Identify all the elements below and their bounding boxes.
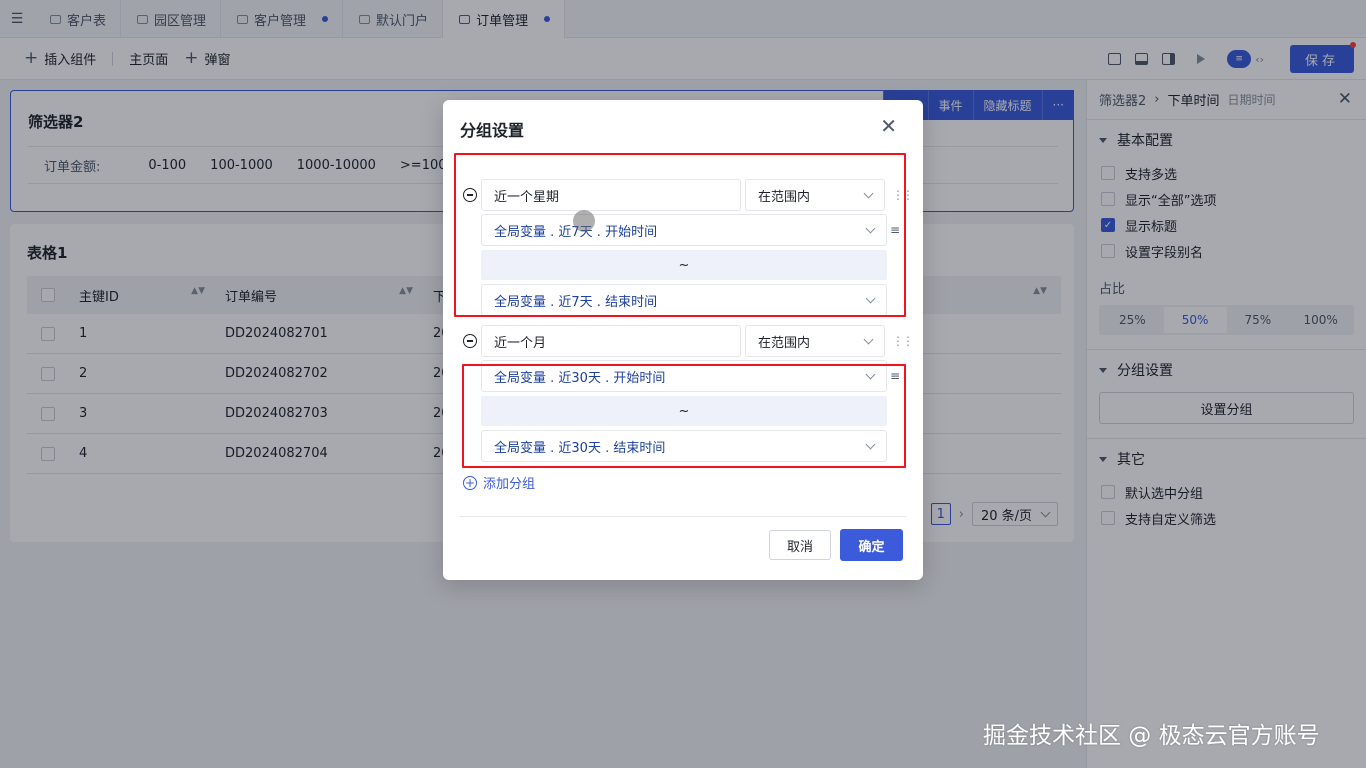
range-end-select[interactable]: 全局变量 . 近30天 . 结束时间 <box>481 430 887 462</box>
drag-handle-icon[interactable]: ⋮⋮ <box>892 334 914 348</box>
range-end-value: 全局变量 . 近7天 . 结束时间 <box>494 294 658 310</box>
range-separator: ~ <box>481 250 887 280</box>
expression-icon[interactable]: ≡ <box>890 369 900 383</box>
confirm-button[interactable]: 确定 <box>840 529 903 561</box>
chevron-down-icon <box>865 369 876 379</box>
group-name-input[interactable]: 近一个星期 <box>481 179 741 211</box>
group-name-value: 近一个星期 <box>494 189 560 205</box>
watermark: 掘金技术社区 @ 极态云官方账号 <box>983 723 1320 749</box>
dialog-footer-divider <box>460 516 906 517</box>
group-settings-dialog: 分组设置 ✕ 近一个星期 在范围内 ⋮⋮ 全局变量 . 近7天 . 开始时间 ≡… <box>443 100 923 580</box>
chevron-down-icon <box>865 223 876 233</box>
operator-value: 在范围内 <box>758 335 811 351</box>
operator-select[interactable]: 在范围内 <box>745 325 885 357</box>
operator-select[interactable]: 在范围内 <box>745 179 885 211</box>
drag-handle-icon[interactable]: ⋮⋮ <box>892 188 914 202</box>
cancel-button[interactable]: 取消 <box>769 530 831 560</box>
operator-value: 在范围内 <box>758 189 811 205</box>
chevron-down-icon <box>865 293 876 303</box>
close-icon[interactable]: ✕ <box>880 114 897 138</box>
remove-group-icon[interactable] <box>463 188 477 202</box>
chevron-down-icon <box>863 188 874 198</box>
add-circle-icon: + <box>463 475 477 490</box>
chevron-down-icon <box>865 439 876 449</box>
add-group-label: 添加分组 <box>483 477 536 492</box>
group-name-value: 近一个月 <box>494 335 547 351</box>
range-end-select[interactable]: 全局变量 . 近7天 . 结束时间 <box>481 284 887 316</box>
chevron-down-icon <box>863 334 874 344</box>
expression-icon[interactable]: ≡ <box>890 223 900 237</box>
range-end-value: 全局变量 . 近30天 . 结束时间 <box>494 440 666 456</box>
add-group-button[interactable]: + 添加分组 <box>463 473 535 492</box>
mouse-cursor <box>573 210 595 232</box>
range-start-select[interactable]: 全局变量 . 近30天 . 开始时间 <box>481 360 887 392</box>
remove-group-icon[interactable] <box>463 334 477 348</box>
range-start-select[interactable]: 全局变量 . 近7天 . 开始时间 <box>481 214 887 246</box>
range-start-value: 全局变量 . 近30天 . 开始时间 <box>494 370 666 386</box>
group-name-input[interactable]: 近一个月 <box>481 325 741 357</box>
range-separator: ~ <box>481 396 887 426</box>
dialog-title: 分组设置 <box>460 121 525 140</box>
